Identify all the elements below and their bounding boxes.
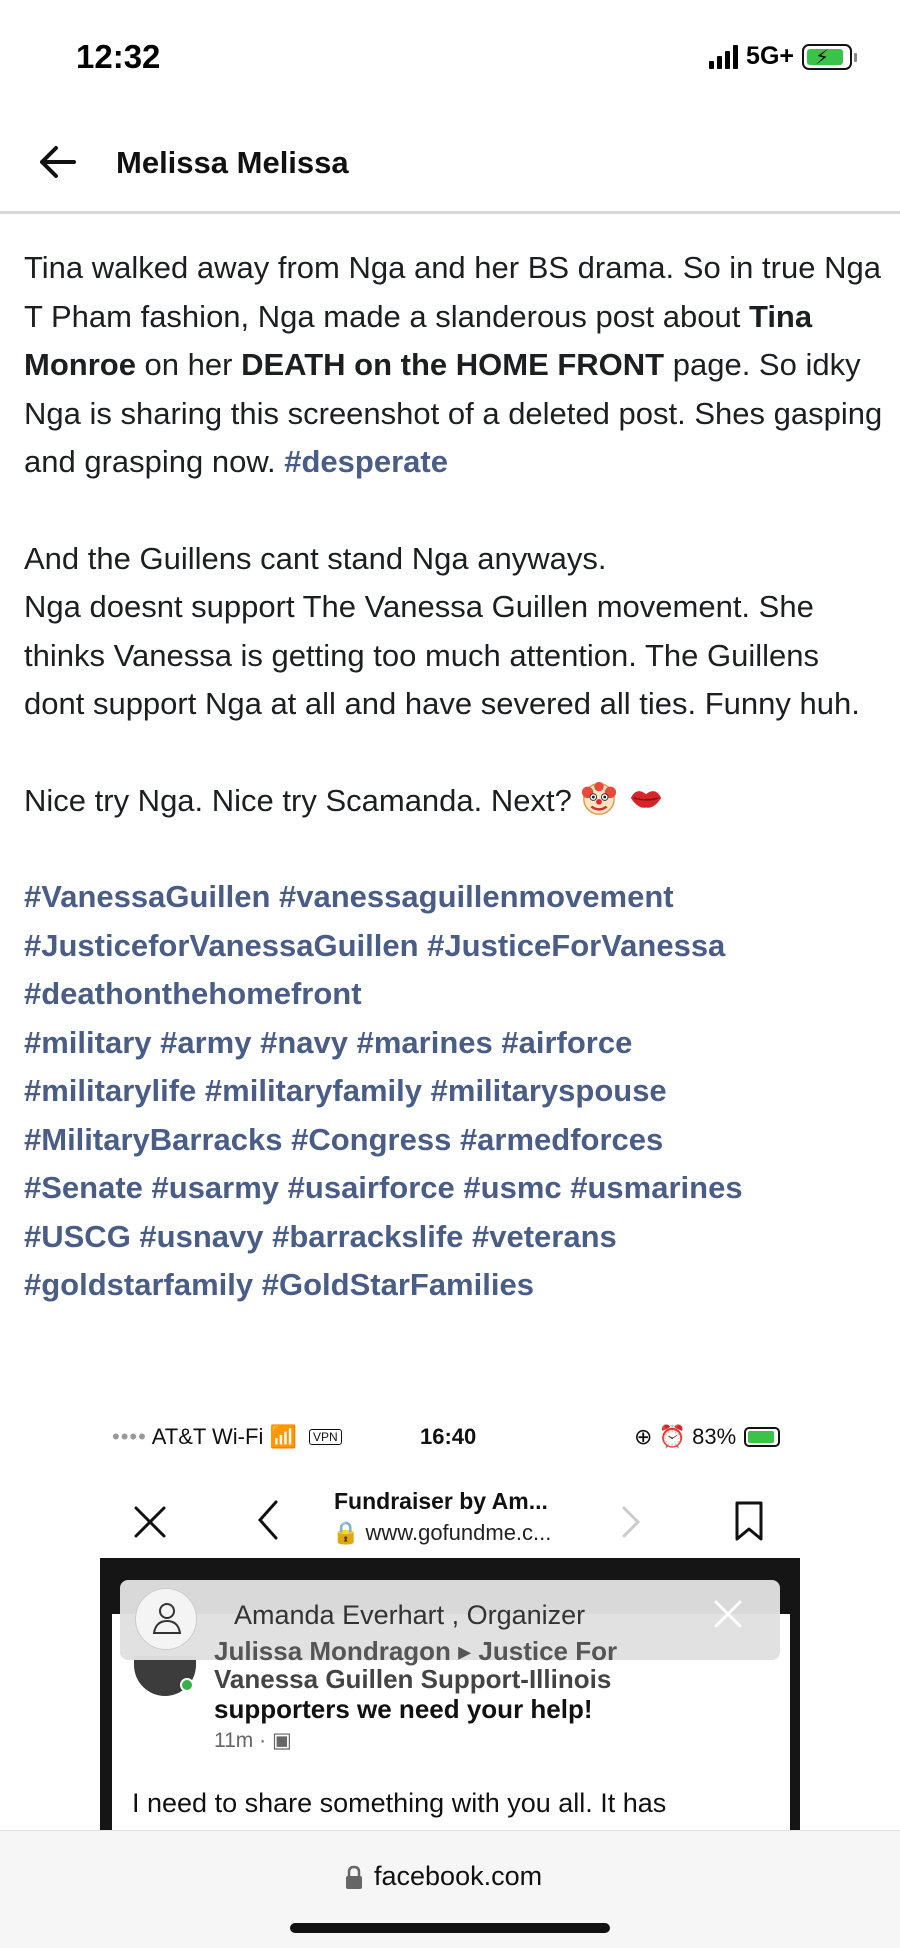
- audience-icon: ▣: [271, 1729, 292, 1752]
- online-indicator: [180, 1678, 194, 1692]
- status-bar: 12:32 5G+ ⚡: [0, 0, 900, 110]
- lock-rotation-icon: ⊕: [634, 1424, 653, 1449]
- organizer-name: Amanda Everhart , Organizer: [234, 1600, 586, 1630]
- vpn-badge: VPN: [309, 1429, 342, 1445]
- post-title-line: supporters we need your help!: [214, 1694, 593, 1724]
- timestamp-text: 11m ·: [214, 1729, 272, 1752]
- post-body: Tina walked away from Nga and her BS dra…: [24, 244, 884, 1310]
- post-author-line: Julissa Mondragon ▸ Justice For: [214, 1636, 618, 1666]
- browser-address-bar[interactable]: facebook.com: [0, 1830, 900, 1948]
- cellular-signal-icon: [709, 44, 739, 69]
- bold-page-name: DEATH on the HOME FRONT: [241, 347, 665, 382]
- chevron-right-icon: [622, 1506, 641, 1538]
- embedded-battery-icon: [744, 1427, 781, 1447]
- home-indicator[interactable]: [290, 1923, 610, 1933]
- hashtag-line[interactable]: #goldstarfamily #GoldStarFamilies: [24, 1261, 884, 1310]
- address-domain[interactable]: facebook.com: [374, 1861, 542, 1892]
- chevron-left-icon: [257, 1500, 278, 1540]
- lock-icon: [346, 1865, 362, 1889]
- wifi-icon: 📶: [269, 1424, 297, 1449]
- post-excerpt: I need to share something with you all. …: [132, 1788, 667, 1818]
- clown-face-emoji: [582, 781, 617, 815]
- post-paragraph-3: Nice try Nga. Nice try Scamanda. Next?: [24, 777, 884, 826]
- hashtag-line[interactable]: #JusticeforVanessaGuillen #JusticeForVan…: [24, 922, 884, 971]
- post-paragraph-1: Tina walked away from Nga and her BS dra…: [24, 244, 884, 487]
- post-timestamp: 11m · ▣: [214, 1728, 292, 1753]
- close-icon: [714, 1600, 742, 1628]
- hashtag-list: #VanessaGuillen #vanessaguillenmovement …: [24, 873, 884, 1310]
- back-arrow-icon[interactable]: [34, 138, 82, 186]
- hashtag-line[interactable]: #military #army #navy #marines #airforce: [24, 1019, 884, 1068]
- embedded-url-text: www.gofundme.c...: [365, 1520, 552, 1545]
- network-type: 5G+: [746, 42, 794, 70]
- battery-icon: ⚡: [802, 43, 857, 70]
- embedded-status-right: ⊕ ⏰ 83%: [634, 1424, 781, 1450]
- kiss-mark-emoji: [630, 790, 662, 808]
- page-title[interactable]: Melissa Melissa: [116, 145, 349, 181]
- post-paragraph-2: And the Guillens cant stand Nga anyways.…: [24, 535, 884, 729]
- hashtag-link[interactable]: #desperate: [284, 444, 448, 479]
- post-text: Nga doesnt support The Vanessa Guillen m…: [24, 589, 860, 721]
- hashtag-line[interactable]: #USCG #usnavy #barrackslife #veterans: [24, 1213, 884, 1262]
- hashtag-line[interactable]: #deathonthehomefront: [24, 970, 884, 1019]
- person-heart-icon: [135, 1588, 197, 1650]
- hashtag-line[interactable]: #militarylife #militaryfamily #militarys…: [24, 1067, 884, 1116]
- close-icon: [134, 1506, 166, 1538]
- embedded-url: 🔒 www.gofundme.c...: [332, 1520, 552, 1545]
- status-indicators: 5G+ ⚡: [709, 42, 857, 71]
- carrier-label: AT&T Wi-Fi: [151, 1424, 264, 1449]
- embedded-browser-nav: Fundraiser by Am... 🔒 www.gofundme.c...: [0, 1480, 900, 1560]
- post-text: on her: [135, 347, 242, 382]
- hashtag-line[interactable]: #Senate #usarmy #usairforce #usmc #usmar…: [24, 1164, 884, 1213]
- embedded-status-bar: •••• AT&T Wi-Fi 📶 VPN 16:40 ⊕ ⏰ 83%: [0, 1424, 900, 1458]
- bookmark-icon: [735, 1501, 763, 1541]
- post-header: Melissa Melissa: [0, 110, 900, 214]
- embedded-carrier: •••• AT&T Wi-Fi 📶 VPN: [112, 1424, 342, 1450]
- hashtag-line[interactable]: #VanessaGuillen #vanessaguillenmovement: [24, 873, 884, 922]
- hashtag-line[interactable]: #MilitaryBarracks #Congress #armedforces: [24, 1116, 884, 1165]
- post-group-line: Vanessa Guillen Support-Illinois: [214, 1664, 612, 1694]
- embedded-page-title: Fundraiser by Am...: [334, 1488, 548, 1514]
- embedded-time: 16:40: [420, 1424, 477, 1449]
- status-time: 12:32: [76, 38, 161, 75]
- post-text: And the Guillens cant stand Nga anyways.: [24, 540, 607, 576]
- embedded-screenshot[interactable]: •••• AT&T Wi-Fi 📶 VPN 16:40 ⊕ ⏰ 83% Fund…: [0, 1410, 900, 1830]
- post-text: Nice try Nga. Nice try Scamanda. Next?: [24, 782, 572, 818]
- battery-percent: 83%: [692, 1424, 737, 1449]
- alarm-icon: ⏰: [658, 1424, 686, 1449]
